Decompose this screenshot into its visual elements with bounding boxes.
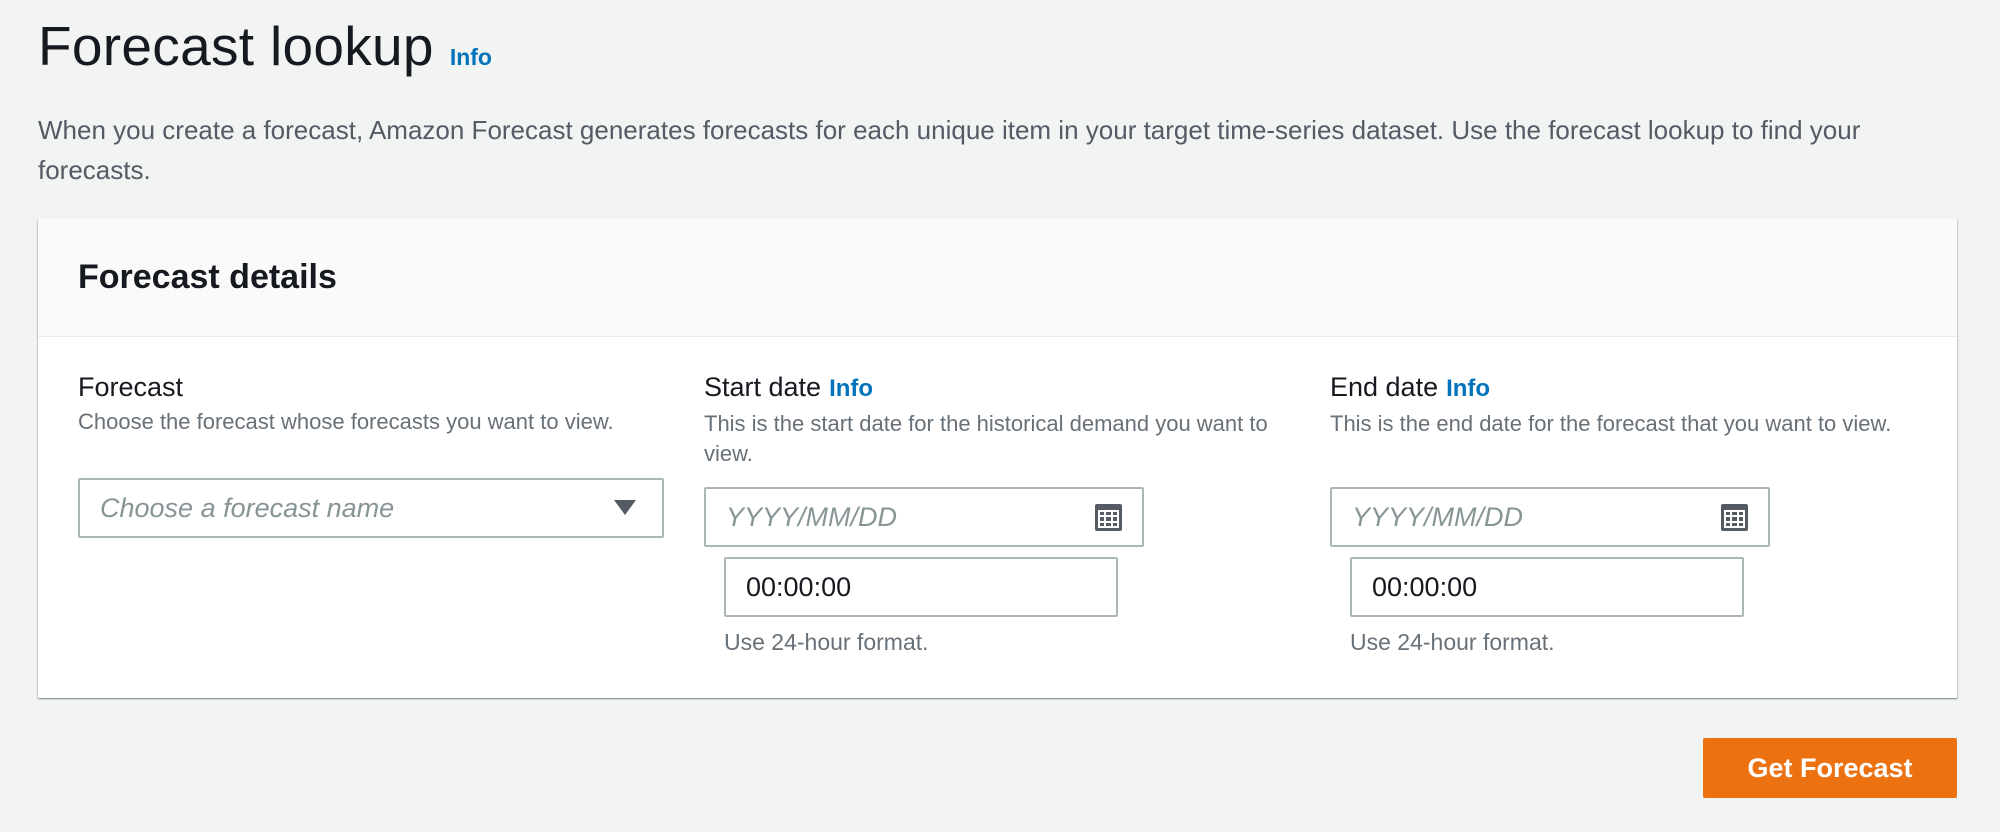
start-date-placeholder: YYYY/MM/DD <box>726 501 898 532</box>
forecast-label: Forecast <box>78 369 668 405</box>
end-date-label: End date Info <box>1330 369 1920 407</box>
start-date-label: Start date Info <box>704 369 1294 407</box>
end-date-placeholder: YYYY/MM/DD <box>1352 501 1524 532</box>
start-date-label-text: Start date <box>704 372 822 402</box>
forecast-field: Forecast Choose the forecast whose forec… <box>78 369 668 437</box>
page-title: Forecast lookup <box>38 15 434 77</box>
get-forecast-button[interactable]: Get Forecast <box>1703 738 1957 798</box>
calendar-icon[interactable] <box>1721 504 1748 531</box>
calendar-icon[interactable] <box>1095 504 1122 531</box>
caret-down-icon <box>614 500 636 515</box>
end-date-info-link[interactable]: Info <box>1446 371 1490 407</box>
end-date-field: End date Info This is the end date for t… <box>1330 369 1920 439</box>
forecast-select-placeholder: Choose a forecast name <box>100 492 395 523</box>
start-time-input[interactable] <box>724 557 1118 617</box>
forecast-description: Choose the forecast whose forecasts you … <box>78 409 614 434</box>
end-date-label-text: End date <box>1330 372 1439 402</box>
forecast-lookup-page: Forecast lookup Info When you create a f… <box>0 0 2000 832</box>
end-date-input[interactable]: YYYY/MM/DD <box>1330 487 1770 547</box>
page-description: When you create a forecast, Amazon Forec… <box>38 115 1861 185</box>
start-date-description: This is the start date for the historica… <box>704 411 1268 466</box>
forecast-label-text: Forecast <box>78 372 184 402</box>
start-date-info-link[interactable]: Info <box>829 371 873 407</box>
end-time-hint: Use 24-hour format. <box>1350 629 1555 655</box>
card-header: Forecast details <box>38 219 1957 337</box>
end-date-description: This is the end date for the forecast th… <box>1330 411 1892 436</box>
start-time-hint: Use 24-hour format. <box>724 629 929 655</box>
card-title: Forecast details <box>78 258 337 296</box>
start-date-field: Start date Info This is the start date f… <box>704 369 1294 469</box>
forecast-details-card: Forecast details Forecast Choose the for… <box>38 219 1957 698</box>
forecast-select[interactable]: Choose a forecast name <box>78 478 664 538</box>
page-header: Forecast lookup Info <box>38 14 492 78</box>
page-info-link[interactable]: Info <box>450 44 492 71</box>
end-time-input[interactable] <box>1350 557 1744 617</box>
start-date-input[interactable]: YYYY/MM/DD <box>704 487 1144 547</box>
